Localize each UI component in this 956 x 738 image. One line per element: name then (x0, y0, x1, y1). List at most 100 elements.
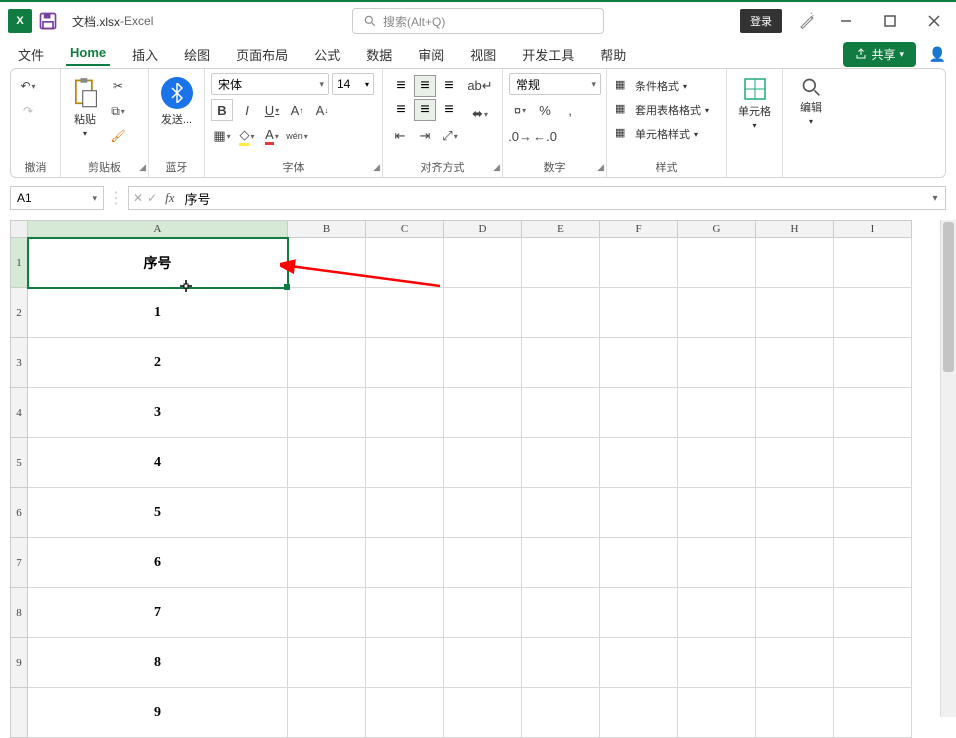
cell-G3[interactable] (678, 338, 756, 388)
cell-B9[interactable] (288, 638, 366, 688)
cell-F9[interactable] (600, 638, 678, 688)
cell-A1[interactable]: 序号 (28, 238, 288, 288)
row-header-[interactable] (10, 688, 28, 738)
cell-B8[interactable] (288, 588, 366, 638)
redo-button[interactable]: ↷ (17, 100, 39, 122)
cell-I5[interactable] (834, 438, 912, 488)
cell-D9[interactable] (444, 638, 522, 688)
copy-button[interactable]: ⧉ (107, 100, 129, 122)
cell-G4[interactable] (678, 388, 756, 438)
formula-input[interactable]: 序号 (179, 189, 925, 208)
expand-formula-bar[interactable]: ▾ (925, 193, 945, 204)
phonetic-button[interactable]: wén (286, 125, 308, 147)
share-button[interactable]: 共享 ▾ (843, 42, 916, 67)
cell-C3[interactable] (366, 338, 444, 388)
number-launcher[interactable]: ◢ (597, 162, 604, 173)
cell-styles-button[interactable]: ▦单元格样式▾ (613, 125, 700, 143)
paste-button[interactable]: 粘贴 ▾ (67, 75, 103, 140)
cell-I1[interactable] (834, 238, 912, 288)
column-header-H[interactable]: H (756, 220, 834, 238)
row-header-8[interactable]: 8 (10, 588, 28, 638)
align-right-button[interactable]: ≡ (438, 99, 460, 121)
underline-button[interactable]: U (261, 99, 283, 121)
cell-I8[interactable] (834, 588, 912, 638)
cell-D5[interactable] (444, 438, 522, 488)
row-header-6[interactable]: 6 (10, 488, 28, 538)
cell-I10[interactable] (834, 688, 912, 738)
format-as-table-button[interactable]: ▦套用表格格式▾ (613, 101, 711, 119)
cell-I6[interactable] (834, 488, 912, 538)
cell-A10[interactable]: 9 (28, 688, 288, 738)
align-left-button[interactable]: ≡ (390, 99, 412, 121)
cell-H4[interactable] (756, 388, 834, 438)
cell-B5[interactable] (288, 438, 366, 488)
cell-C8[interactable] (366, 588, 444, 638)
cancel-formula-button[interactable]: ✕ (133, 191, 143, 205)
cell-C6[interactable] (366, 488, 444, 538)
cell-F8[interactable] (600, 588, 678, 638)
cell-F2[interactable] (600, 288, 678, 338)
decrease-indent-button[interactable]: ⇤ (389, 125, 411, 147)
cell-B3[interactable] (288, 338, 366, 388)
menu-layout[interactable]: 页面布局 (232, 43, 292, 66)
row-header-7[interactable]: 7 (10, 538, 28, 588)
cell-H9[interactable] (756, 638, 834, 688)
bold-button[interactable]: B (211, 99, 233, 121)
cell-E5[interactable] (522, 438, 600, 488)
cell-C10[interactable] (366, 688, 444, 738)
cell-G6[interactable] (678, 488, 756, 538)
cell-E2[interactable] (522, 288, 600, 338)
increase-decimal-button[interactable]: .0→ (509, 125, 531, 147)
cell-G2[interactable] (678, 288, 756, 338)
menu-draw[interactable]: 绘图 (180, 43, 214, 66)
orientation-button[interactable]: ⤢ (439, 125, 461, 147)
cell-I7[interactable] (834, 538, 912, 588)
cell-G10[interactable] (678, 688, 756, 738)
row-header-9[interactable]: 9 (10, 638, 28, 688)
cell-B6[interactable] (288, 488, 366, 538)
cell-F5[interactable] (600, 438, 678, 488)
column-header-D[interactable]: D (444, 220, 522, 238)
cell-D8[interactable] (444, 588, 522, 638)
italic-button[interactable]: I (236, 99, 258, 121)
font-launcher[interactable]: ◢ (373, 162, 380, 173)
wrap-text-button[interactable]: ab↵ (469, 75, 491, 97)
column-header-A[interactable]: A (28, 220, 288, 238)
cell-F1[interactable] (600, 238, 678, 288)
cell-C9[interactable] (366, 638, 444, 688)
cell-H10[interactable] (756, 688, 834, 738)
font-color-button[interactable]: A (261, 125, 283, 147)
cell-F3[interactable] (600, 338, 678, 388)
cell-B1[interactable] (288, 238, 366, 288)
cell-E4[interactable] (522, 388, 600, 438)
row-header-5[interactable]: 5 (10, 438, 28, 488)
cell-B4[interactable] (288, 388, 366, 438)
cell-F6[interactable] (600, 488, 678, 538)
cell-H3[interactable] (756, 338, 834, 388)
cell-D6[interactable] (444, 488, 522, 538)
cell-I9[interactable] (834, 638, 912, 688)
cell-D1[interactable] (444, 238, 522, 288)
menu-developer[interactable]: 开发工具 (518, 43, 578, 66)
number-format-select[interactable]: 常规 (509, 73, 601, 95)
cell-B2[interactable] (288, 288, 366, 338)
cell-A7[interactable]: 6 (28, 538, 288, 588)
editing-button[interactable]: 编辑▾ (796, 75, 826, 128)
cell-D10[interactable] (444, 688, 522, 738)
column-header-C[interactable]: C (366, 220, 444, 238)
cell-H6[interactable] (756, 488, 834, 538)
fx-icon[interactable]: fx (161, 190, 178, 206)
cell-C5[interactable] (366, 438, 444, 488)
cell-F7[interactable] (600, 538, 678, 588)
undo-button[interactable]: ↶ (17, 75, 39, 97)
cell-H5[interactable] (756, 438, 834, 488)
cell-E6[interactable] (522, 488, 600, 538)
percent-button[interactable]: % (534, 99, 556, 121)
align-middle-button[interactable]: ≡ (414, 75, 436, 97)
cell-E8[interactable] (522, 588, 600, 638)
save-icon[interactable] (38, 11, 58, 31)
align-center-button[interactable]: ≡ (414, 99, 436, 121)
accounting-format-button[interactable]: ¤ (509, 99, 531, 121)
cell-E1[interactable] (522, 238, 600, 288)
menu-view[interactable]: 视图 (466, 43, 500, 66)
